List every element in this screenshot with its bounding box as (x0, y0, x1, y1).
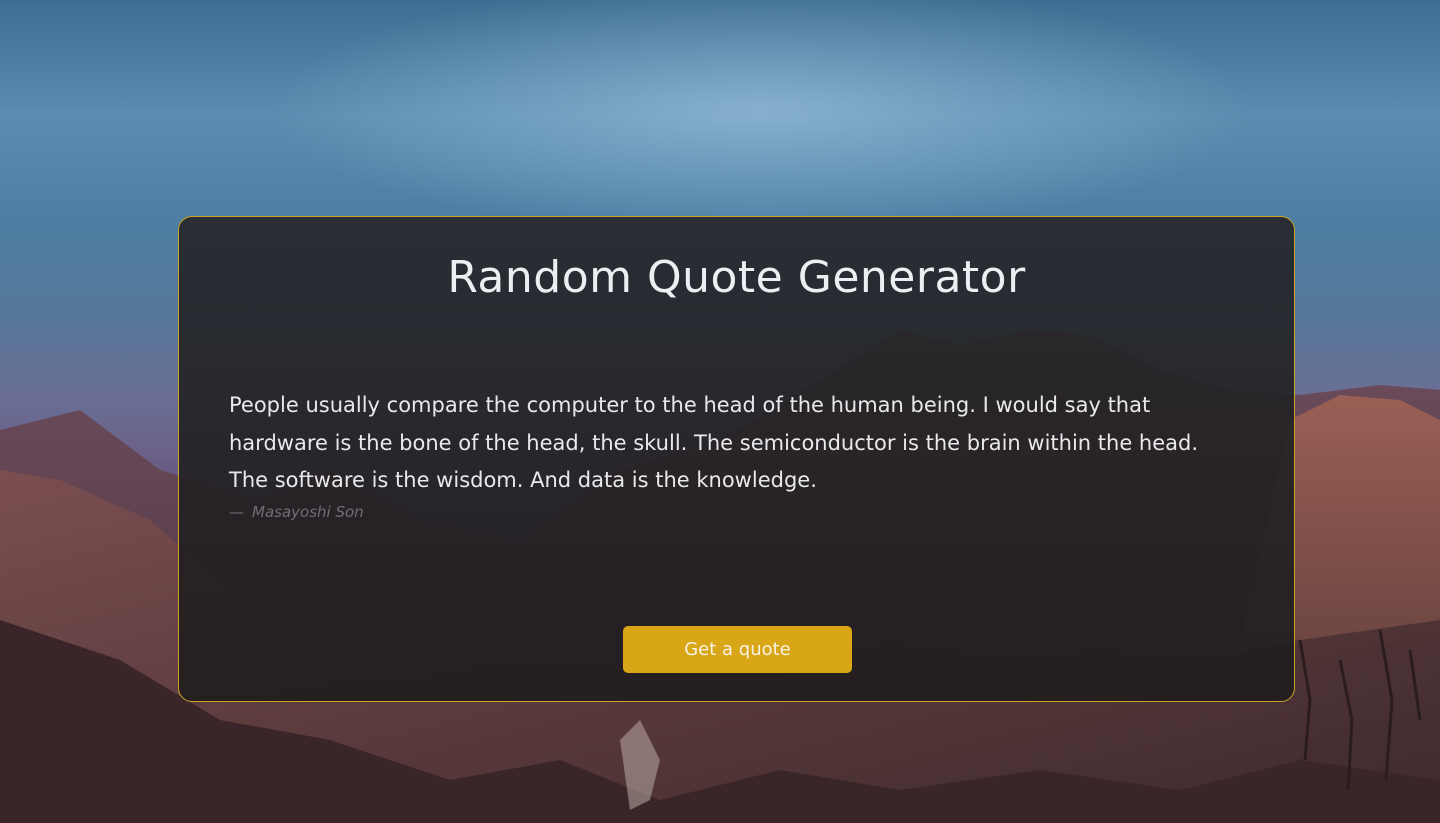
quote-author-line: — Masayoshi Son (229, 500, 364, 524)
quote-card: Random Quote Generator People usually co… (178, 216, 1295, 702)
page-title: Random Quote Generator (447, 252, 1026, 303)
get-quote-button[interactable]: Get a quote (623, 626, 852, 673)
quote-author: Masayoshi Son (252, 503, 364, 521)
quote-text: People usually compare the computer to t… (229, 393, 1199, 492)
author-dash: — (229, 503, 244, 521)
